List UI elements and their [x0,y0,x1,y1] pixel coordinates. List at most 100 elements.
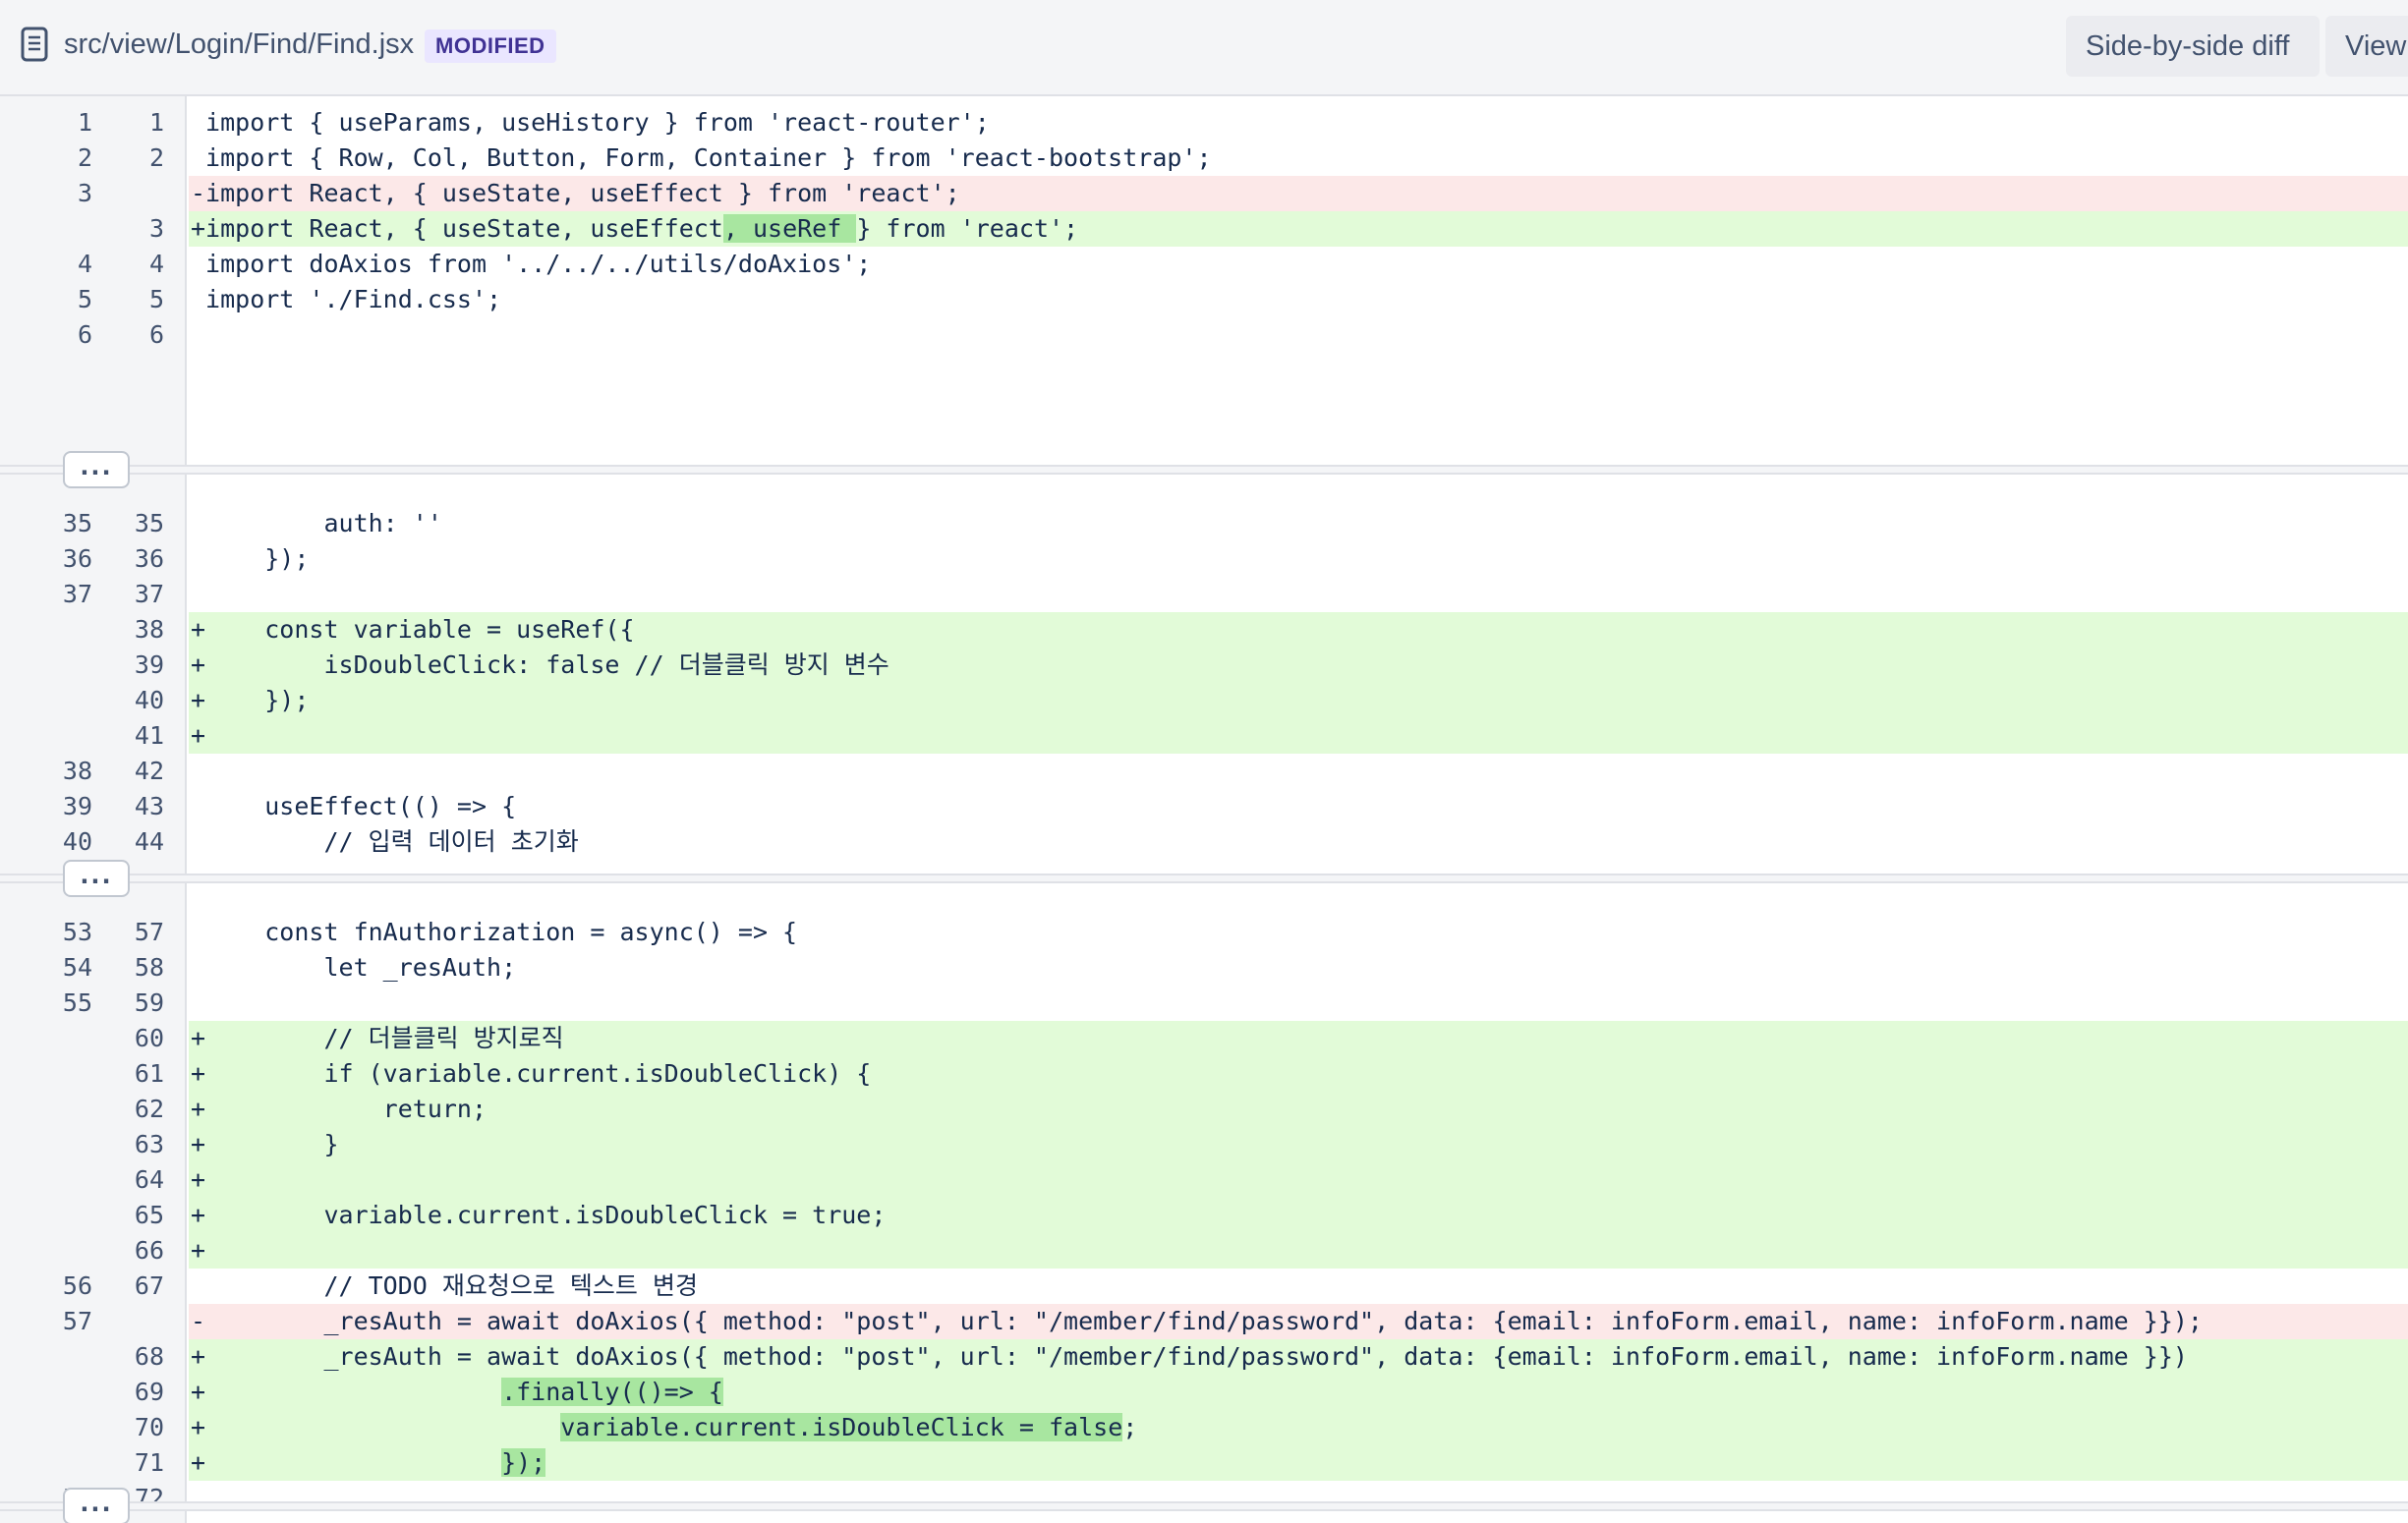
code-line: + isDoubleClick: false // 더블클릭 방지 변수 [189,648,2408,683]
code-line: + _resAuth = await doAxios({ method: "po… [189,1339,2408,1375]
old-line-number[interactable]: 56 [33,1269,92,1304]
expand-lines-button[interactable]: ... [63,860,130,897]
context-line: 55 59 [0,986,2408,1021]
new-line-number[interactable]: 70 [105,1410,164,1445]
context-line: 40 44 // 입력 데이터 초기화 [0,824,2408,860]
new-line-number[interactable]: 57 [105,915,164,950]
new-line-number[interactable]: 61 [105,1056,164,1092]
old-line-number[interactable]: 36 [33,541,92,577]
old-line-number[interactable]: 3 [33,176,92,211]
new-line-number[interactable]: 67 [105,1269,164,1304]
new-line-number[interactable]: 59 [105,986,164,1021]
code-line: // TODO 재요청으로 텍스트 변경 [189,1269,2408,1304]
code-segment: ; [1122,1413,1138,1441]
context-line: 56 67 // TODO 재요청으로 텍스트 변경 [0,1269,2408,1304]
code-line: useEffect(() => { [189,789,2408,824]
code-segment: import { Row, Col, Button, Form, Contain… [191,143,1212,172]
code-segment: + [191,1448,502,1477]
new-line-number[interactable]: 38 [105,612,164,648]
added-line: 39 + isDoubleClick: false // 더블클릭 방지 변수 [0,648,2408,683]
old-line-number[interactable]: 53 [33,915,92,950]
file-header: src/view/Login/Find/Find.jsx MODIFIED Si… [0,0,2408,96]
context-line: 37 37 [0,577,2408,612]
new-line-number[interactable]: 42 [105,754,164,789]
document-icon [20,27,49,62]
old-line-number[interactable]: 4 [33,247,92,282]
old-line-number[interactable]: 55 [33,986,92,1021]
code-line: - _resAuth = await doAxios({ method: "po… [189,1304,2408,1339]
new-line-number[interactable]: 68 [105,1339,164,1375]
hunk-separator [0,465,2408,475]
context-line: 54 58 let _resAuth; [0,950,2408,986]
expand-lines-button[interactable]: ... [63,1488,130,1523]
old-line-number[interactable]: 5 [33,282,92,317]
old-line-number[interactable]: 35 [33,506,92,541]
new-line-number[interactable]: 69 [105,1375,164,1410]
old-line-number[interactable]: 54 [33,950,92,986]
added-line: 70 + variable.current.isDoubleClick = fal… [0,1410,2408,1445]
new-line-number[interactable]: 39 [105,648,164,683]
added-line: 62 + return; [0,1092,2408,1127]
new-line-number[interactable]: 40 [105,683,164,718]
removed-line: 3 -import React, { useState, useEffect } … [0,176,2408,211]
code-line: import doAxios from '../../../utils/doAx… [189,247,2408,282]
added-line: 66 + [0,1233,2408,1269]
new-line-number[interactable]: 36 [105,541,164,577]
side-by-side-diff-button[interactable]: Side-by-side diff [2066,16,2320,77]
new-line-number[interactable]: 35 [105,506,164,541]
new-line-number[interactable]: 62 [105,1092,164,1127]
code-segment: + _resAuth = await doAxios({ method: "po… [191,1342,2188,1371]
code-segment: + return; [191,1095,487,1123]
new-line-number[interactable]: 37 [105,577,164,612]
new-line-number[interactable]: 58 [105,950,164,986]
new-line-number[interactable]: 4 [105,247,164,282]
new-line-number[interactable]: 1 [105,105,164,141]
new-line-number[interactable]: 65 [105,1198,164,1233]
new-line-number[interactable]: 2 [105,141,164,176]
code-segment: + [191,1236,206,1265]
new-line-number[interactable]: 66 [105,1233,164,1269]
new-line-number[interactable]: 63 [105,1127,164,1162]
context-line: 55 import './Find.css'; [0,282,2408,317]
changed-token: }); [501,1448,546,1477]
old-line-number[interactable]: 1 [33,105,92,141]
new-line-number[interactable]: 41 [105,718,164,754]
code-segment: - _resAuth = await doAxios({ method: "po… [191,1307,2203,1335]
new-line-number[interactable]: 60 [105,1021,164,1056]
changed-token: variable.current.isDoubleClick = false [560,1413,1123,1441]
expand-lines-button[interactable]: ... [63,451,130,488]
code-line: auth: '' [189,506,2408,541]
new-line-number[interactable]: 64 [105,1162,164,1198]
code-line: + return; [189,1092,2408,1127]
diff-content: 11 import { useParams, useHistory } from… [0,96,2408,1523]
old-line-number[interactable]: 57 [33,1304,92,1339]
old-line-number[interactable]: 39 [33,789,92,824]
code-line: + }); [189,683,2408,718]
new-line-number[interactable]: 6 [105,317,164,353]
code-segment: + } [191,1130,339,1158]
code-line: // 입력 데이터 초기화 [189,824,2408,860]
old-line-number[interactable]: 37 [33,577,92,612]
new-line-number[interactable]: 43 [105,789,164,824]
old-line-number[interactable]: 40 [33,824,92,860]
old-line-number[interactable]: 2 [33,141,92,176]
code-segment: import './Find.css'; [191,285,502,313]
old-line-number[interactable]: 6 [33,317,92,353]
new-line-number[interactable]: 44 [105,824,164,860]
context-line: 35 35 auth: '' [0,506,2408,541]
code-line: + [189,718,2408,754]
view-file-button[interactable]: View [2325,16,2408,77]
file-path-link[interactable]: src/view/Login/Find/Find.jsx [64,27,414,62]
new-line-number[interactable]: 71 [105,1445,164,1481]
new-line-number[interactable]: 5 [105,282,164,317]
old-line-number[interactable]: 38 [33,754,92,789]
hunk-separator [0,1501,2408,1511]
code-segment: + isDoubleClick: false // 더블클릭 방지 변수 [191,650,889,679]
code-line: if (_resAuth.status === 200) { [189,1516,2408,1523]
diff-view: src/view/Login/Find/Find.jsx MODIFIED Si… [0,0,2408,1523]
new-line-number[interactable]: 3 [105,211,164,247]
code-line: let _resAuth; [189,950,2408,986]
